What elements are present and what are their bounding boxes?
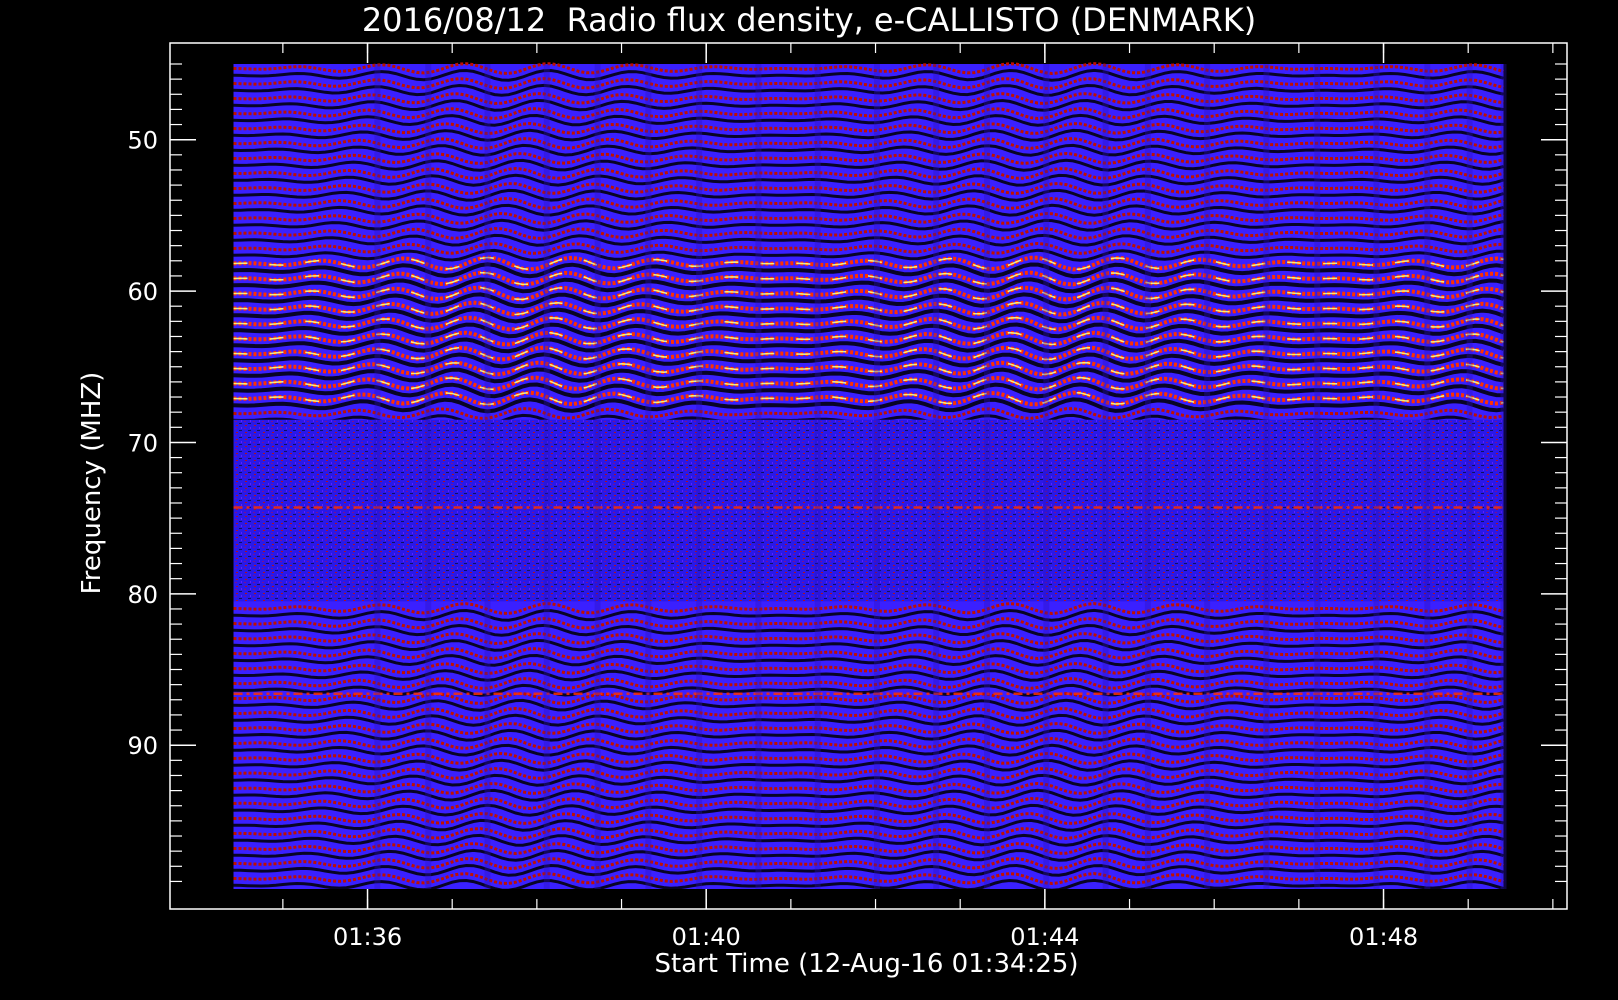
spectrogram-column [814, 64, 821, 889]
spectrogram-column [1314, 64, 1321, 889]
spectrogram-column [484, 64, 491, 889]
y-tick-label: 60 [127, 278, 158, 306]
spectrogram-heatmap [233, 62, 1507, 892]
spectrogram-column [1263, 64, 1270, 889]
spectrogram-column [1466, 64, 1473, 889]
spectrogram-column [1500, 64, 1507, 889]
spectrogram-column [374, 64, 381, 889]
spectrogram-column [755, 64, 762, 889]
spectrogram-column [1043, 64, 1050, 889]
spectrogram-column [1102, 64, 1109, 889]
spectrogram-column [543, 64, 550, 889]
spectrogram-column [1373, 64, 1380, 889]
spectrogram-column [1144, 64, 1151, 889]
x-tick-label: 01:44 [1010, 923, 1079, 951]
y-tick-label: 80 [127, 581, 158, 609]
spectrogram-column [425, 64, 432, 889]
spectrogram-noise-band [233, 419, 1504, 602]
spectrogram-column [873, 64, 880, 889]
spectrogram-column [1204, 64, 1211, 889]
spectrogram-column [645, 64, 652, 889]
y-tick-label: 90 [127, 732, 158, 760]
spectrogram-column [696, 64, 703, 889]
x-tick-label: 01:48 [1349, 923, 1418, 951]
x-tick-label: 01:40 [672, 923, 741, 951]
x-tick-label: 01:36 [333, 923, 402, 951]
spectrogram-plot: 01:36 01:40 01:44 01:48 50 60 70 80 90 [127, 42, 1568, 951]
y-tick-label: 50 [127, 127, 158, 155]
spectrogram-column [594, 64, 601, 889]
spectrogram-column [933, 64, 940, 889]
spectrogram-column [984, 64, 991, 889]
spectrogram-column [1424, 64, 1431, 889]
y-tick-label: 70 [127, 429, 158, 457]
